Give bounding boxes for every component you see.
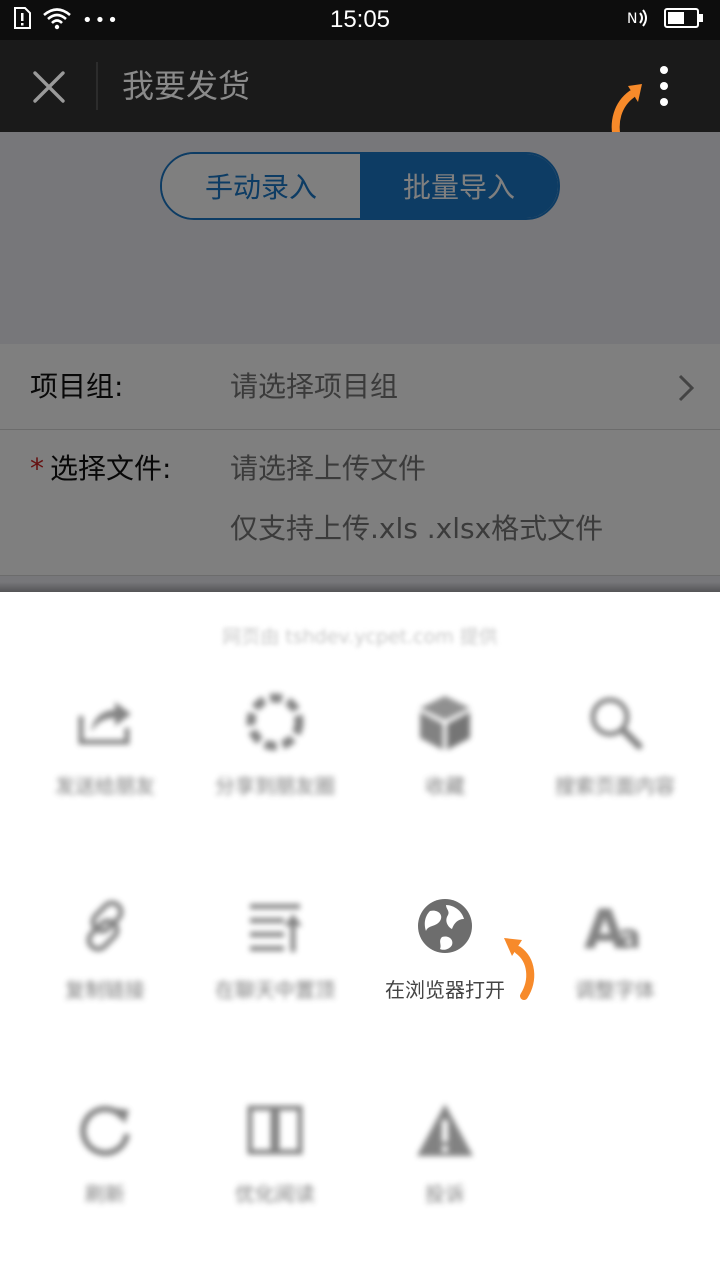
dim-overlay[interactable] xyxy=(0,132,720,592)
status-right-icons: N xyxy=(626,6,704,34)
close-button[interactable] xyxy=(24,62,74,112)
nfc-icon: N xyxy=(626,7,650,33)
reader-mode[interactable]: 优化阅读 xyxy=(185,1098,365,1238)
more-dot xyxy=(660,82,668,90)
warning-icon xyxy=(413,1098,477,1162)
globe-icon xyxy=(413,894,477,958)
close-icon xyxy=(33,71,65,103)
page-source-text: 网页由 tshdev.ycpet.com 提供 xyxy=(222,626,498,648)
font-size-icon: Aa xyxy=(583,894,647,958)
share-forward-icon xyxy=(73,690,137,754)
tile-label: 发送给朋友 xyxy=(55,774,155,798)
tile-label: 复制链接 xyxy=(65,978,145,1002)
refresh-icon xyxy=(73,1098,137,1162)
more-dot xyxy=(660,98,668,106)
pin-in-chat[interactable]: 在聊天中置顶 xyxy=(185,894,365,1034)
search-page-content[interactable]: 搜索页面内容 xyxy=(525,690,705,830)
svg-text:a: a xyxy=(618,917,641,954)
tile-label: 在聊天中置顶 xyxy=(215,978,335,1002)
refresh-page[interactable]: 刷新 xyxy=(15,1098,195,1238)
search-icon xyxy=(583,690,647,754)
link-icon xyxy=(73,894,137,958)
share-sheet: 网页由 tshdev.ycpet.com 提供 发送给朋友 分享到朋友圈 收藏 … xyxy=(0,592,720,1280)
share-send-to-friend[interactable]: 发送给朋友 xyxy=(15,690,195,830)
book-icon xyxy=(243,1098,307,1162)
annotation-arrow-icon xyxy=(504,938,535,1000)
battery-icon xyxy=(664,7,704,33)
add-to-favorites[interactable]: 收藏 xyxy=(355,690,535,830)
tile-label: 刷新 xyxy=(85,1182,125,1206)
page-title: 我要发货 xyxy=(122,67,251,105)
report-complaint[interactable]: 投诉 xyxy=(355,1098,535,1238)
svg-text:N: N xyxy=(627,11,637,27)
title-divider xyxy=(96,62,98,110)
pin-to-top-icon xyxy=(243,894,307,958)
copy-link[interactable]: 复制链接 xyxy=(15,894,195,1034)
tile-label: 收藏 xyxy=(425,774,465,798)
more-dot xyxy=(660,66,668,74)
moments-aperture-icon xyxy=(243,690,307,754)
clock: 15:05 xyxy=(329,6,391,33)
favorite-cube-icon xyxy=(413,690,477,754)
tile-label: 投诉 xyxy=(425,1182,465,1206)
tile-label: 分享到朋友圈 xyxy=(215,774,335,798)
tile-label: 搜索页面内容 xyxy=(555,774,675,798)
share-to-moments[interactable]: 分享到朋友圈 xyxy=(185,690,365,830)
status-bar: ••• 15:05 N xyxy=(0,0,720,40)
tile-label: 优化阅读 xyxy=(235,1182,315,1206)
